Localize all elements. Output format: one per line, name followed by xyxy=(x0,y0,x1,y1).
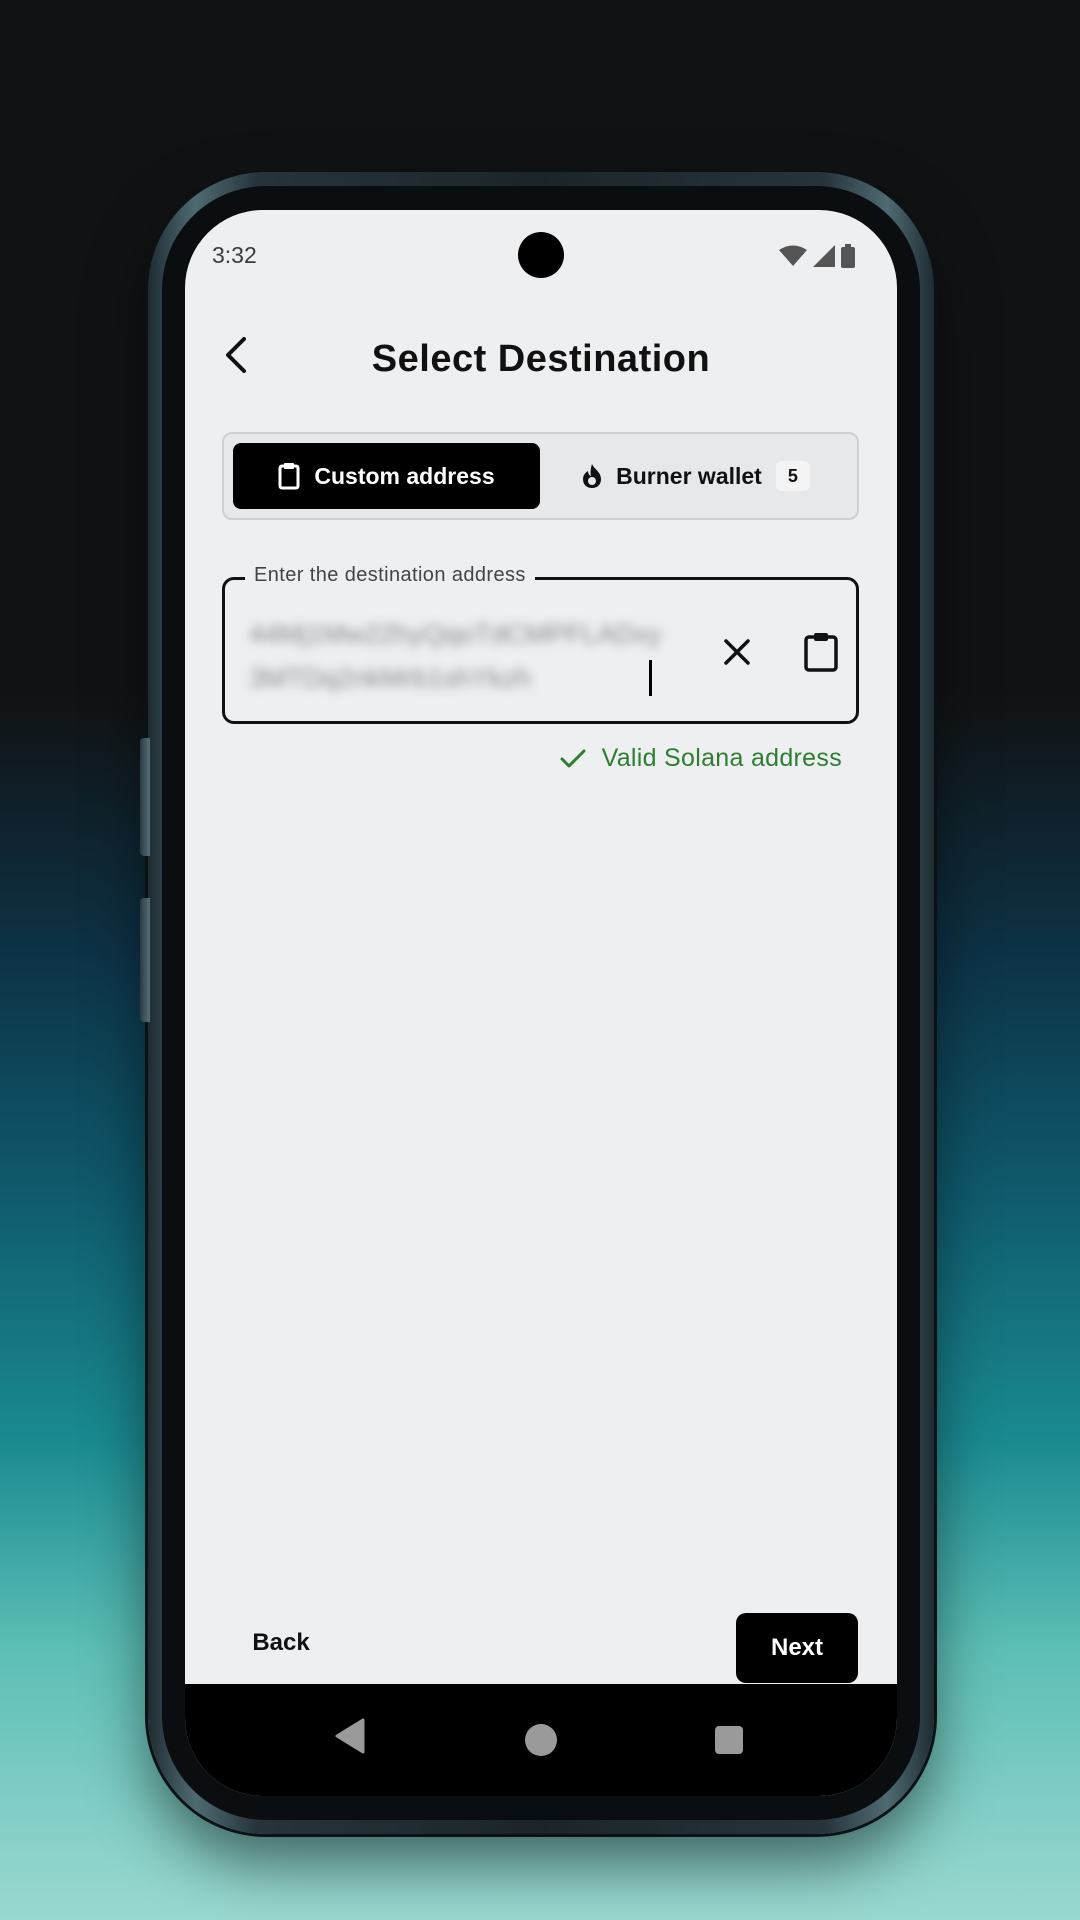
check-icon xyxy=(560,749,586,767)
nav-home-icon[interactable] xyxy=(525,1724,557,1756)
nav-recents-icon[interactable] xyxy=(715,1726,743,1754)
front-camera xyxy=(518,232,564,278)
volume-button xyxy=(140,738,150,856)
nav-back-icon[interactable] xyxy=(335,1718,365,1754)
clipboard-icon xyxy=(278,463,300,490)
system-nav-bar xyxy=(185,1684,897,1796)
status-icons xyxy=(779,244,855,268)
text-cursor xyxy=(649,660,652,696)
flame-icon xyxy=(583,464,602,488)
destination-type-toggle: Custom address Burner wallet 5 xyxy=(222,432,859,520)
tab-burner-wallet[interactable]: Burner wallet 5 xyxy=(542,443,850,509)
burner-count-badge: 5 xyxy=(775,461,810,491)
address-field-label: Enter the destination address xyxy=(245,564,535,587)
validation-message: Valid Solana address xyxy=(560,744,842,773)
clipboard-icon xyxy=(804,633,838,672)
validation-text: Valid Solana address xyxy=(601,744,842,772)
tab-custom-address-label: Custom address xyxy=(314,462,495,489)
destination-address-field[interactable]: Enter the destination address 44Mj1Mw22h… xyxy=(222,564,859,724)
back-button[interactable]: Back xyxy=(221,1612,341,1674)
status-time: 3:32 xyxy=(212,242,257,268)
tab-custom-address[interactable]: Custom address xyxy=(233,443,540,509)
tab-burner-wallet-label: Burner wallet xyxy=(616,462,762,489)
power-button xyxy=(140,898,150,1022)
paste-address-button[interactable] xyxy=(795,626,847,678)
address-input-value[interactable]: 44Mj1Mw22hyQqoTdCMPFLADxy3MTDq2nkMrb1shY… xyxy=(249,612,669,700)
next-button[interactable]: Next xyxy=(736,1613,858,1683)
wifi-icon xyxy=(779,245,807,266)
page-title: Select Destination xyxy=(371,338,711,380)
phone-screen: 3:32 Select Destination Custom address B… xyxy=(185,210,897,1796)
app-bar: Select Destination xyxy=(185,310,897,410)
battery-icon xyxy=(841,244,855,268)
signal-icon xyxy=(813,245,835,267)
clear-address-button[interactable] xyxy=(713,628,761,676)
close-icon xyxy=(724,639,750,665)
status-bar: 3:32 xyxy=(185,210,897,300)
